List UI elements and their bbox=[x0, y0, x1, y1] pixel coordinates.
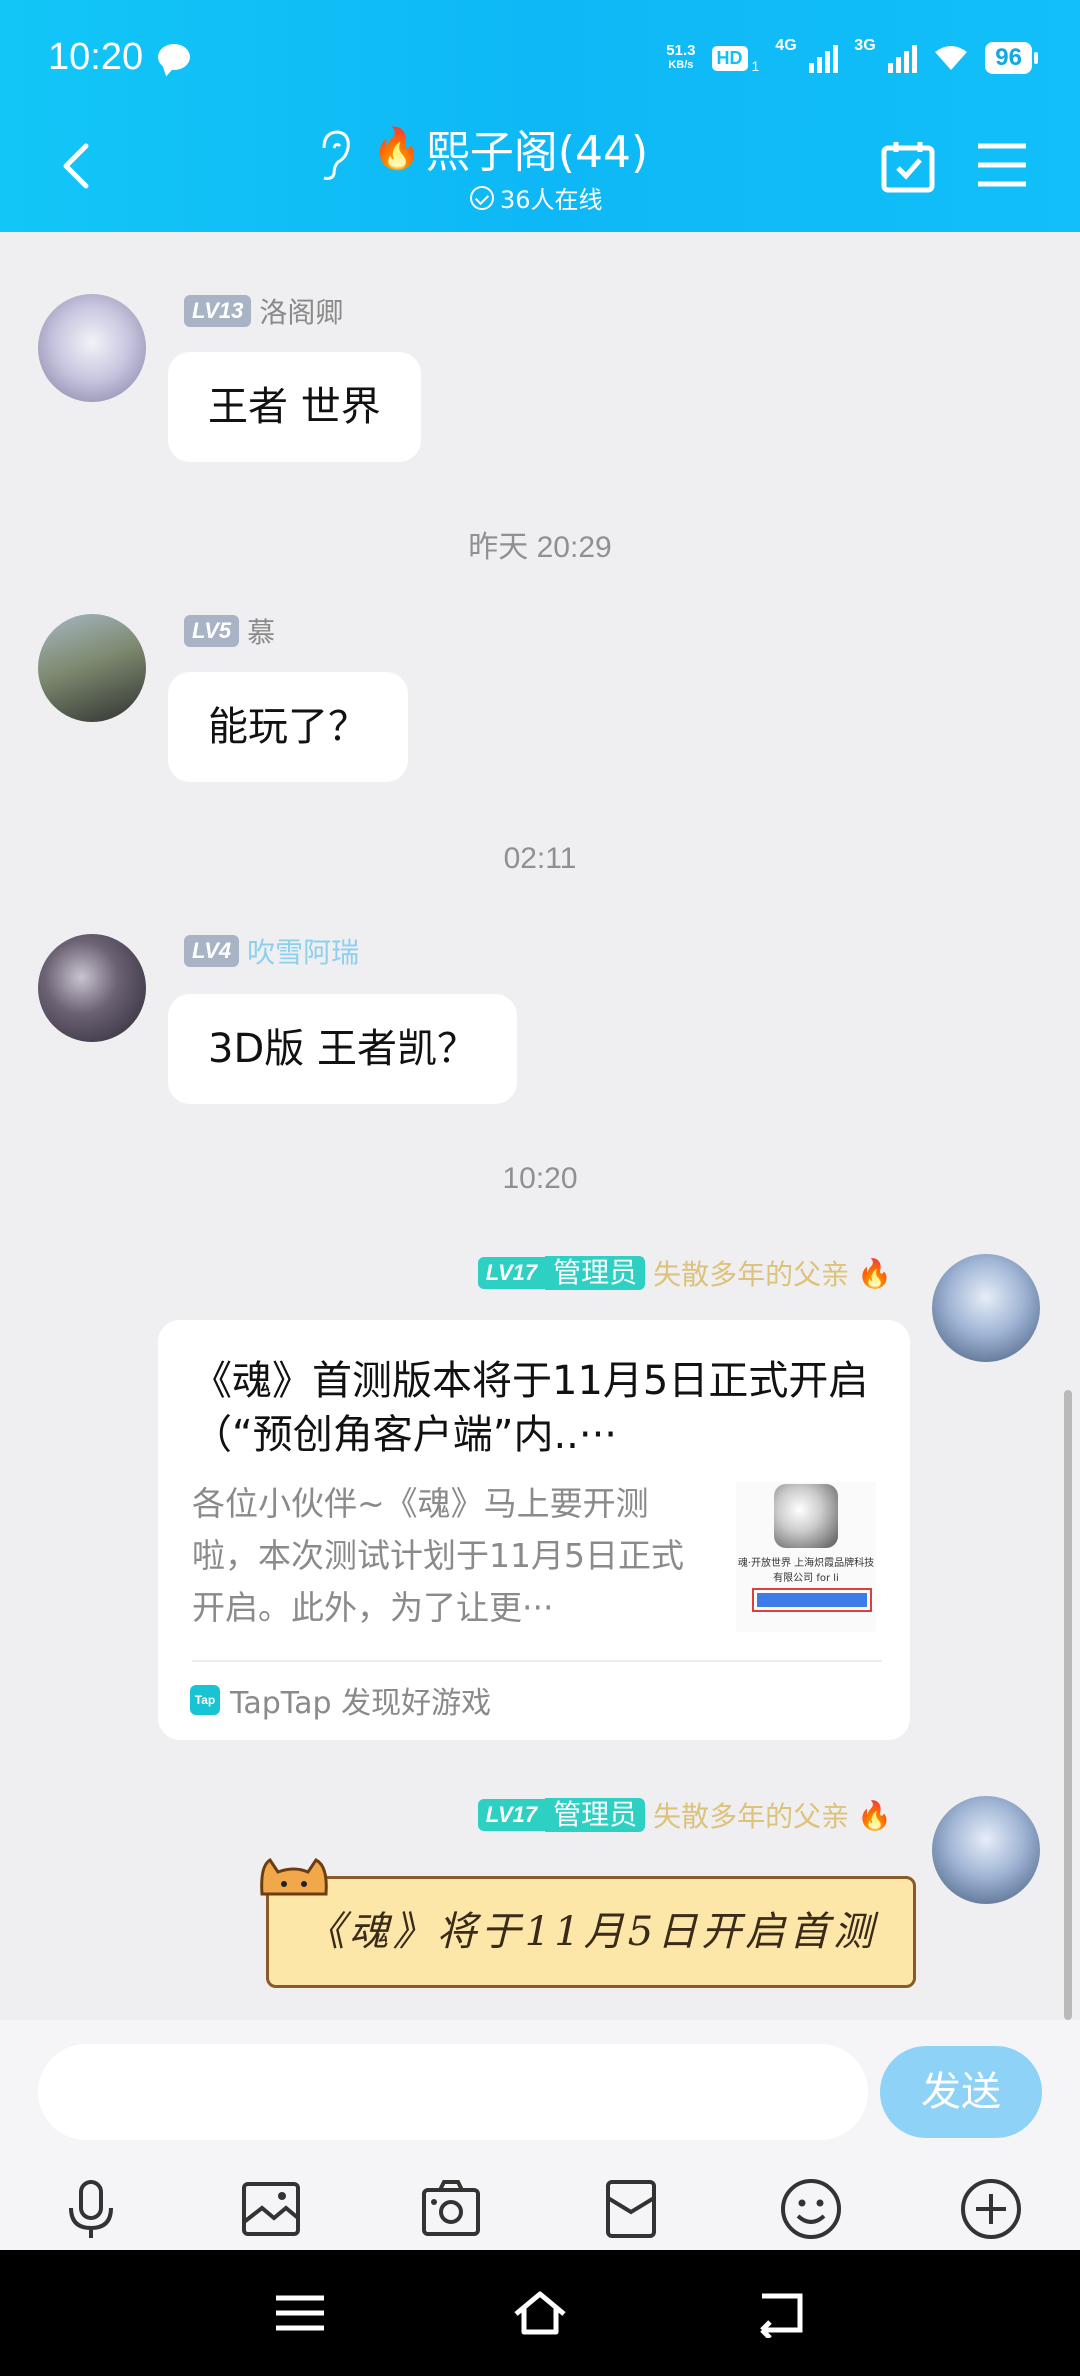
message-meta: LV17 管理员 失散多年的父亲 🔥 bbox=[477, 1795, 892, 1835]
sticker-text: 《魂》将于11月5日开启首测 bbox=[304, 1909, 878, 1955]
group-title[interactable]: 🔥 熙子阁(44) bbox=[372, 118, 649, 179]
game-logo-icon bbox=[774, 1484, 838, 1548]
system-nav-bar bbox=[0, 2250, 1080, 2376]
message-input[interactable] bbox=[38, 2044, 868, 2140]
status-indicators: 51.3 KB/s HD 1 4G 3G 96 bbox=[666, 37, 1038, 78]
check-circle-icon bbox=[470, 185, 494, 210]
message-meta: LV4 吹雪阿瑞 bbox=[184, 931, 359, 971]
avatar[interactable] bbox=[932, 1796, 1040, 1904]
admin-badge: 管理员 bbox=[545, 1798, 646, 1832]
card-title: 《魂》首测版本将于11月5日正式开启（“预创角客户端”内..··· bbox=[192, 1358, 869, 1458]
send-button[interactable]: 发送 bbox=[880, 2046, 1042, 2138]
status-bar: 10:20 51.3 KB/s HD 1 4G 3G 96 bbox=[0, 0, 1080, 118]
back-icon[interactable] bbox=[56, 138, 96, 194]
nickname[interactable]: 吹雪阿瑞 bbox=[247, 931, 359, 971]
home-icon[interactable] bbox=[512, 2288, 568, 2338]
back-nav-icon[interactable] bbox=[752, 2288, 808, 2340]
page-title: 熙子阁(44) bbox=[425, 127, 649, 178]
scrollbar[interactable] bbox=[1064, 1390, 1072, 2020]
level-badge: LV5 bbox=[184, 615, 240, 647]
sticker-message[interactable]: 《魂》将于11月5日开启首测 bbox=[256, 1854, 924, 1994]
card-thumbnail: 魂·开放世界 上海炽霞品牌科技有限公司 for li bbox=[736, 1482, 876, 1632]
avatar[interactable] bbox=[38, 294, 146, 402]
recent-apps-icon[interactable] bbox=[272, 2288, 328, 2338]
divider bbox=[192, 1660, 882, 1662]
menu-icon[interactable] bbox=[976, 142, 1028, 188]
emoji-icon[interactable] bbox=[778, 2176, 844, 2242]
red-packet-icon[interactable] bbox=[598, 2176, 664, 2242]
nickname[interactable]: 失散多年的父亲 bbox=[653, 1795, 849, 1835]
level-badge: LV13 bbox=[184, 295, 252, 327]
network-speed: 51.3 KB/s bbox=[666, 42, 696, 71]
flame-icon: 🔥 bbox=[372, 125, 422, 172]
nickname[interactable]: 洛阁卿 bbox=[259, 291, 343, 331]
signal-4g-icon: 4G bbox=[775, 37, 839, 73]
signal-3g-icon: 3G bbox=[854, 37, 918, 73]
timestamp: 昨天 20:29 bbox=[468, 531, 612, 564]
message-bubble[interactable]: 3D版 王者凯？ bbox=[168, 994, 517, 1104]
message-meta: LV13 洛阁卿 bbox=[184, 291, 343, 331]
message-bubble[interactable]: 王者 世界 bbox=[168, 352, 421, 462]
battery-icon: 96 bbox=[985, 42, 1038, 74]
timestamp: 10:20 bbox=[502, 1162, 578, 1195]
avatar[interactable] bbox=[38, 934, 146, 1042]
avatar[interactable] bbox=[932, 1254, 1040, 1362]
nav-bar: 🔥 熙子阁(44) 36人在线 bbox=[0, 118, 1080, 232]
card-source: Tap TapTap 发现好游戏 bbox=[190, 1678, 491, 1722]
message-meta: LV17 管理员 失散多年的父亲 🔥 bbox=[477, 1253, 892, 1293]
plus-icon[interactable] bbox=[958, 2176, 1024, 2242]
level-badge: LV4 bbox=[184, 935, 240, 967]
thumbnail-button bbox=[752, 1588, 872, 1612]
chat-area[interactable]: LV13 洛阁卿 王者 世界 昨天 20:29 LV5 慕 能玩了？ 02:11… bbox=[0, 232, 1080, 2020]
image-icon[interactable] bbox=[238, 2176, 304, 2242]
admin-badge: 管理员 bbox=[545, 1256, 646, 1290]
input-bar: 发送 bbox=[0, 2020, 1080, 2250]
camera-icon[interactable] bbox=[418, 2176, 484, 2242]
level-badge: LV17 bbox=[477, 1257, 546, 1289]
app-header: 10:20 51.3 KB/s HD 1 4G 3G 96 🔥 熙子阁(44) … bbox=[0, 0, 1080, 232]
timestamp: 02:11 bbox=[503, 842, 577, 875]
status-time: 10:20 bbox=[48, 36, 144, 78]
nickname[interactable]: 慕 bbox=[247, 611, 275, 651]
notification-chat-icon bbox=[158, 44, 190, 70]
card-description: 各位小伙伴~《魂》马上要开测啦，本次测试计划于11月5日正式开启。此外，为了让更… bbox=[192, 1484, 684, 1627]
calendar-check-icon[interactable] bbox=[880, 138, 936, 194]
nickname[interactable]: 失散多年的父亲 bbox=[653, 1253, 849, 1293]
message-meta: LV5 慕 bbox=[184, 611, 275, 651]
level-badge: LV17 bbox=[477, 1799, 546, 1831]
cat-icon bbox=[260, 1857, 328, 1896]
taptap-icon: Tap bbox=[190, 1685, 220, 1715]
hd-voice-icon: HD bbox=[711, 45, 748, 71]
flame-icon: 🔥 bbox=[857, 1798, 892, 1832]
shared-link-card[interactable]: 《魂》首测版本将于11月5日正式开启（“预创角客户端”内..··· 各位小伙伴~… bbox=[158, 1320, 910, 1740]
toolbar bbox=[0, 2170, 1080, 2250]
ear-icon[interactable] bbox=[312, 126, 356, 182]
online-count[interactable]: 36人在线 bbox=[470, 180, 603, 215]
microphone-icon[interactable] bbox=[58, 2176, 124, 2242]
wifi-icon bbox=[933, 44, 969, 72]
flame-icon: 🔥 bbox=[857, 1256, 892, 1290]
avatar[interactable] bbox=[38, 614, 146, 722]
message-bubble[interactable]: 能玩了？ bbox=[168, 672, 408, 782]
